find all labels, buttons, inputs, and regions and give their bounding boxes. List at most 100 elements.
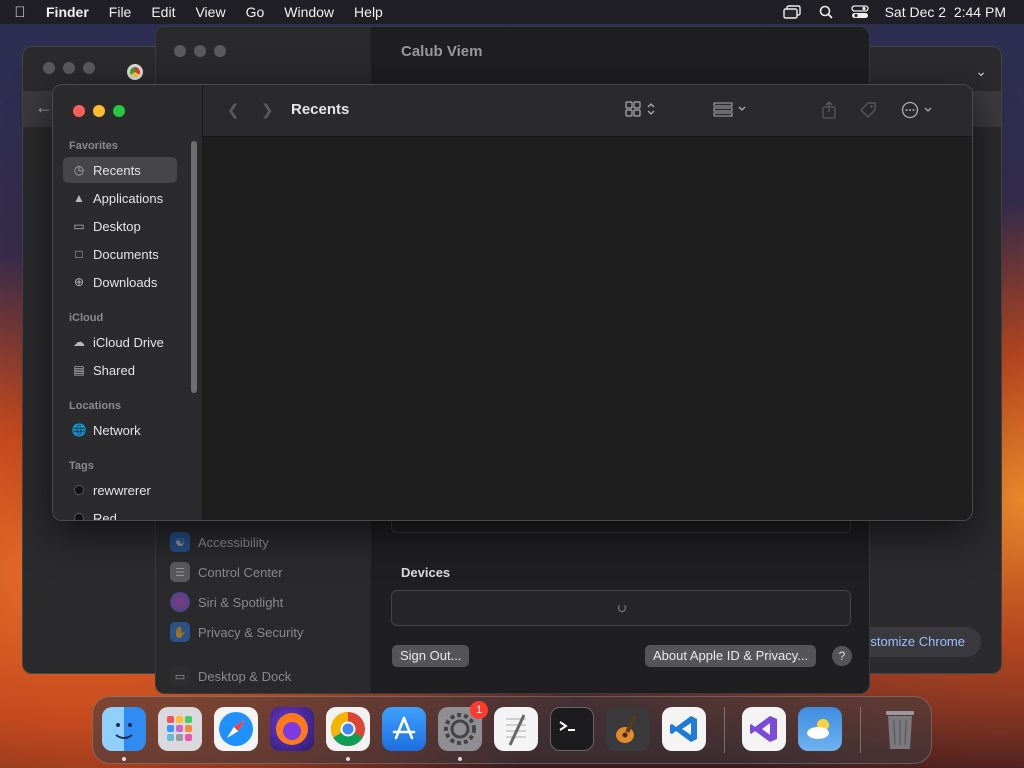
loading-spinner-icon <box>618 604 626 612</box>
menu-go[interactable]: Go <box>236 4 275 20</box>
notification-badge: 1 <box>470 701 488 719</box>
sidebar-item-label: Applications <box>93 190 164 206</box>
menu-app-name[interactable]: Finder <box>40 4 99 20</box>
back-chevron-icon[interactable]: ❮ <box>227 101 240 119</box>
sidebar-item-label: Red <box>93 510 117 521</box>
app-store-icon[interactable] <box>382 707 426 751</box>
system-settings-running-indicator <box>458 757 462 761</box>
chrome-tab-favicon-icon[interactable] <box>127 64 143 80</box>
sidebar-item-applications[interactable]: ▲ Applications <box>63 185 177 211</box>
menu-file[interactable]: File <box>99 4 142 20</box>
desktop-icon: ▭ <box>73 219 85 233</box>
hand-icon: ✋ <box>170 622 190 642</box>
chrome-zoom-button[interactable] <box>83 62 95 74</box>
menu-bar:  Finder File Edit View Go Window Help S… <box>0 0 1024 24</box>
sidebar-item-tag-rewwrerer[interactable]: rewwrerer <box>63 477 177 503</box>
icon-view-grid-icon[interactable] <box>625 101 657 121</box>
finder-window-title: Recents <box>291 101 350 118</box>
sidebar-item-label: Shared <box>93 362 135 378</box>
sidebar-section-locations: Locations <box>69 400 121 412</box>
downloads-icon: ⊕ <box>73 275 85 289</box>
finder-close-button[interactable] <box>73 105 85 117</box>
sidebar-item-label: Recents <box>93 162 141 178</box>
finder-minimize-button[interactable] <box>93 105 105 117</box>
desktop-dock-icon: ▭ <box>170 666 190 686</box>
chrome-icon[interactable] <box>326 707 370 751</box>
sidebar-item-downloads[interactable]: ⊕ Downloads <box>63 269 177 295</box>
finder-file-area[interactable] <box>203 137 972 520</box>
finder-running-indicator <box>122 757 126 761</box>
forward-chevron-icon[interactable]: ❯ <box>261 101 274 119</box>
sidebar-item-icloud-drive[interactable]: ☁ iCloud Drive <box>63 329 177 355</box>
menu-window[interactable]: Window <box>274 4 344 20</box>
settings-item-desktop-dock[interactable]: ▭ Desktop & Dock <box>170 661 303 691</box>
settings-zoom-button[interactable] <box>214 45 226 57</box>
help-button[interactable]: ? <box>832 646 852 666</box>
chrome-minimize-button[interactable] <box>63 62 75 74</box>
settings-item-label: Desktop & Dock <box>198 668 292 684</box>
settings-sidebar-list: ☯ Accessibility ☰ Control Center Siri & … <box>170 527 303 691</box>
sidebar-item-tag-red[interactable]: Red <box>63 505 177 521</box>
group-by-icon[interactable] <box>713 101 749 121</box>
clock-icon: ◷ <box>73 163 85 177</box>
menu-view[interactable]: View <box>185 4 235 20</box>
sidebar-item-label: iCloud Drive <box>93 334 164 350</box>
sidebar-section-tags: Tags <box>69 460 94 472</box>
menu-clock[interactable]: Sat Dec 2 2:44 PM <box>885 4 1006 20</box>
back-arrow-icon[interactable]: ← <box>35 97 53 118</box>
settings-item-control-center[interactable]: ☰ Control Center <box>170 557 303 587</box>
share-icon[interactable] <box>821 101 837 123</box>
chrome-close-button[interactable] <box>43 62 55 74</box>
sign-out-button[interactable]: Sign Out... <box>392 645 470 667</box>
applications-icon: ▲ <box>73 191 85 205</box>
tag-dot-icon <box>74 513 84 520</box>
sidebar-item-label: Documents <box>93 246 159 262</box>
tag-icon[interactable] <box>859 101 877 123</box>
settings-item-privacy-security[interactable]: ✋ Privacy & Security <box>170 617 303 647</box>
settings-item-label: Privacy & Security <box>198 624 304 640</box>
control-center-icon[interactable] <box>850 5 869 19</box>
trash-icon[interactable] <box>878 707 922 751</box>
apple-menu-icon[interactable]:  <box>0 4 40 21</box>
sidebar-item-shared[interactable]: ▤ Shared <box>63 357 177 383</box>
sidebar-item-documents[interactable]: □ Documents <box>63 241 177 267</box>
settings-minimize-button[interactable] <box>194 45 206 57</box>
spotlight-search-icon[interactable] <box>817 5 835 19</box>
safari-icon[interactable] <box>214 707 258 751</box>
garageband-icon[interactable] <box>606 707 650 751</box>
settings-item-siri-spotlight[interactable]: Siri & Spotlight <box>170 587 303 617</box>
sidebar-section-favorites: Favorites <box>69 140 118 152</box>
visual-studio-icon[interactable] <box>742 707 786 751</box>
textedit-icon[interactable] <box>494 707 538 751</box>
system-settings-icon[interactable]: 1 <box>438 701 488 751</box>
menu-edit[interactable]: Edit <box>141 4 185 20</box>
sidebar-item-network[interactable]: 🌐 Network <box>63 417 177 443</box>
sidebar-item-recents[interactable]: ◷ Recents <box>63 157 177 183</box>
sidebar-scrollbar[interactable] <box>191 141 197 393</box>
dock: 1 <box>92 696 932 764</box>
settings-close-button[interactable] <box>174 45 186 57</box>
sidebar-item-desktop[interactable]: ▭ Desktop <box>63 213 177 239</box>
firefox-icon[interactable] <box>270 707 314 751</box>
weather-icon[interactable] <box>798 707 842 751</box>
cloud-icon: ☁ <box>73 335 85 349</box>
chrome-running-indicator <box>346 757 350 761</box>
chevron-down-icon[interactable]: ⌄ <box>975 63 987 80</box>
vscode-icon[interactable] <box>662 707 706 751</box>
settings-item-label: Control Center <box>198 564 283 580</box>
chrome-traffic-lights <box>43 62 95 74</box>
sidebar-item-label: Network <box>93 422 141 438</box>
launchpad-icon[interactable] <box>158 707 202 751</box>
settings-item-accessibility[interactable]: ☯ Accessibility <box>170 527 303 557</box>
terminal-icon[interactable] <box>550 707 594 751</box>
finder-icon[interactable] <box>102 707 146 751</box>
screen-mirroring-icon[interactable] <box>782 5 801 19</box>
finder-zoom-button[interactable] <box>113 105 125 117</box>
control-center-icon: ☰ <box>170 562 190 582</box>
about-apple-id-privacy-button[interactable]: About Apple ID & Privacy... <box>645 645 817 667</box>
menu-help[interactable]: Help <box>344 4 393 20</box>
finder-window: Favorites ◷ Recents ▲ Applications ▭ Des… <box>52 84 973 521</box>
devices-list <box>391 590 851 626</box>
globe-icon: 🌐 <box>71 423 87 437</box>
more-actions-icon[interactable] <box>901 101 937 123</box>
